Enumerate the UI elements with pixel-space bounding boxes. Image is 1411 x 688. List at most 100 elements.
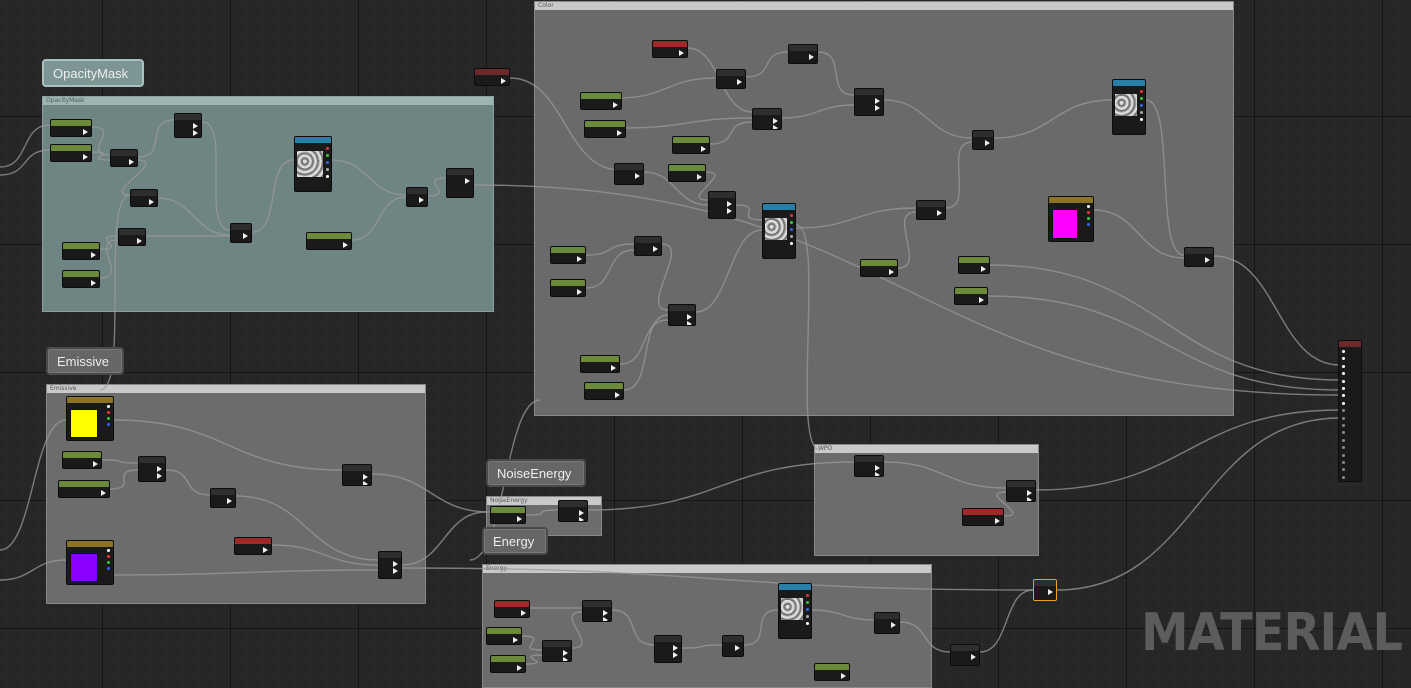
material-output-node[interactable] [1338, 340, 1362, 482]
output-pin[interactable] [617, 130, 622, 136]
output-pin[interactable] [419, 197, 424, 203]
output-pin[interactable] [107, 555, 110, 558]
output-pin[interactable] [937, 210, 942, 216]
output-pin[interactable] [1140, 90, 1143, 93]
material-expression-node[interactable] [722, 635, 744, 657]
output-pin[interactable] [577, 289, 582, 295]
output-pin[interactable] [83, 129, 88, 135]
output-pin[interactable] [981, 266, 986, 272]
output-pin[interactable] [875, 472, 880, 476]
output-pin[interactable] [697, 174, 702, 180]
material-expression-node[interactable] [342, 464, 372, 486]
output-pin[interactable] [91, 252, 96, 258]
output-pin[interactable] [326, 175, 329, 178]
material-expression-node[interactable] [962, 508, 1004, 526]
material-expression-node[interactable] [542, 640, 572, 662]
connection-wire[interactable] [1056, 417, 1341, 591]
material-expression-node[interactable] [752, 108, 782, 130]
output-pin[interactable] [727, 201, 732, 207]
material-expression-node[interactable] [854, 88, 884, 116]
input-pin[interactable] [1342, 461, 1345, 464]
output-pin[interactable] [517, 665, 522, 671]
output-pin[interactable] [107, 561, 110, 564]
material-expression-node[interactable] [230, 223, 252, 243]
material-expression-node[interactable] [580, 355, 620, 373]
output-pin[interactable] [137, 245, 142, 246]
material-expression-node[interactable] [550, 246, 586, 264]
output-pin[interactable] [263, 547, 268, 553]
texture-sample-node[interactable] [778, 583, 812, 639]
vector-parameter-node[interactable] [66, 396, 114, 441]
material-expression-node[interactable] [716, 69, 746, 89]
output-pin[interactable] [790, 242, 793, 245]
material-expression-node[interactable] [62, 270, 100, 288]
output-pin[interactable] [613, 102, 618, 108]
material-expression-node[interactable] [1184, 247, 1214, 267]
material-expression-node[interactable] [490, 506, 526, 524]
material-expression-node[interactable] [584, 120, 626, 138]
comment-bubble-emissive[interactable]: Emissive [46, 347, 124, 375]
output-pin[interactable] [727, 208, 732, 214]
output-pin[interactable] [615, 392, 620, 398]
output-pin[interactable] [107, 567, 110, 570]
output-pin[interactable] [1205, 257, 1210, 263]
output-pin[interactable] [326, 147, 329, 150]
material-expression-node[interactable] [788, 44, 818, 64]
output-pin[interactable] [979, 297, 984, 303]
output-pin[interactable] [809, 54, 814, 60]
output-pin[interactable] [129, 166, 134, 167]
material-expression-node[interactable] [580, 92, 622, 110]
material-expression-node[interactable] [950, 644, 980, 666]
output-pin[interactable] [611, 365, 616, 371]
output-pin[interactable] [577, 256, 582, 262]
input-pin[interactable] [1342, 364, 1345, 368]
output-pin[interactable] [985, 140, 990, 146]
input-pin[interactable] [1342, 357, 1345, 361]
material-expression-node[interactable] [634, 236, 662, 256]
output-pin[interactable] [101, 490, 106, 496]
output-pin[interactable] [1048, 589, 1053, 595]
output-pin[interactable] [1087, 211, 1090, 214]
input-pin[interactable] [1342, 453, 1345, 457]
material-expression-node[interactable] [652, 40, 688, 58]
input-pin[interactable] [1342, 468, 1345, 472]
input-pin[interactable] [1342, 475, 1345, 479]
output-pin[interactable] [326, 154, 329, 157]
output-pin[interactable] [790, 221, 793, 224]
output-pin[interactable] [673, 645, 678, 651]
material-expression-node[interactable] [234, 537, 272, 555]
output-pin[interactable] [91, 280, 96, 286]
output-pin[interactable] [343, 242, 348, 248]
material-expression-node[interactable] [58, 480, 110, 498]
output-pin[interactable] [579, 510, 584, 516]
material-expression-node[interactable] [50, 144, 92, 162]
material-expression-node[interactable] [118, 228, 146, 246]
output-pin[interactable] [513, 637, 518, 643]
output-pin[interactable] [679, 50, 684, 56]
vector-parameter-node[interactable] [66, 540, 114, 585]
connection-wire[interactable] [979, 589, 1034, 653]
output-pin[interactable] [149, 206, 154, 207]
output-pin[interactable] [1140, 118, 1143, 121]
output-pin[interactable] [129, 159, 134, 165]
output-pin[interactable] [393, 561, 398, 567]
output-pin[interactable] [227, 498, 232, 504]
output-pin[interactable] [1140, 104, 1143, 107]
material-expression-node[interactable] [138, 456, 166, 482]
output-pin[interactable] [735, 645, 740, 651]
output-pin[interactable] [137, 238, 142, 244]
output-pin[interactable] [673, 652, 678, 658]
material-expression-node[interactable] [972, 130, 994, 150]
output-pin[interactable] [773, 125, 778, 129]
material-expression-node[interactable] [668, 164, 706, 182]
output-pin[interactable] [687, 314, 692, 320]
material-expression-node[interactable] [668, 304, 696, 326]
material-expression-node[interactable] [210, 488, 236, 508]
output-pin[interactable] [326, 168, 329, 171]
input-pin[interactable] [1342, 379, 1345, 383]
output-pin[interactable] [83, 154, 88, 160]
material-expression-node[interactable] [174, 113, 202, 138]
texture-sample-node[interactable] [1112, 79, 1146, 135]
output-pin[interactable] [841, 673, 846, 679]
comment-color[interactable]: Color [534, 1, 1234, 416]
